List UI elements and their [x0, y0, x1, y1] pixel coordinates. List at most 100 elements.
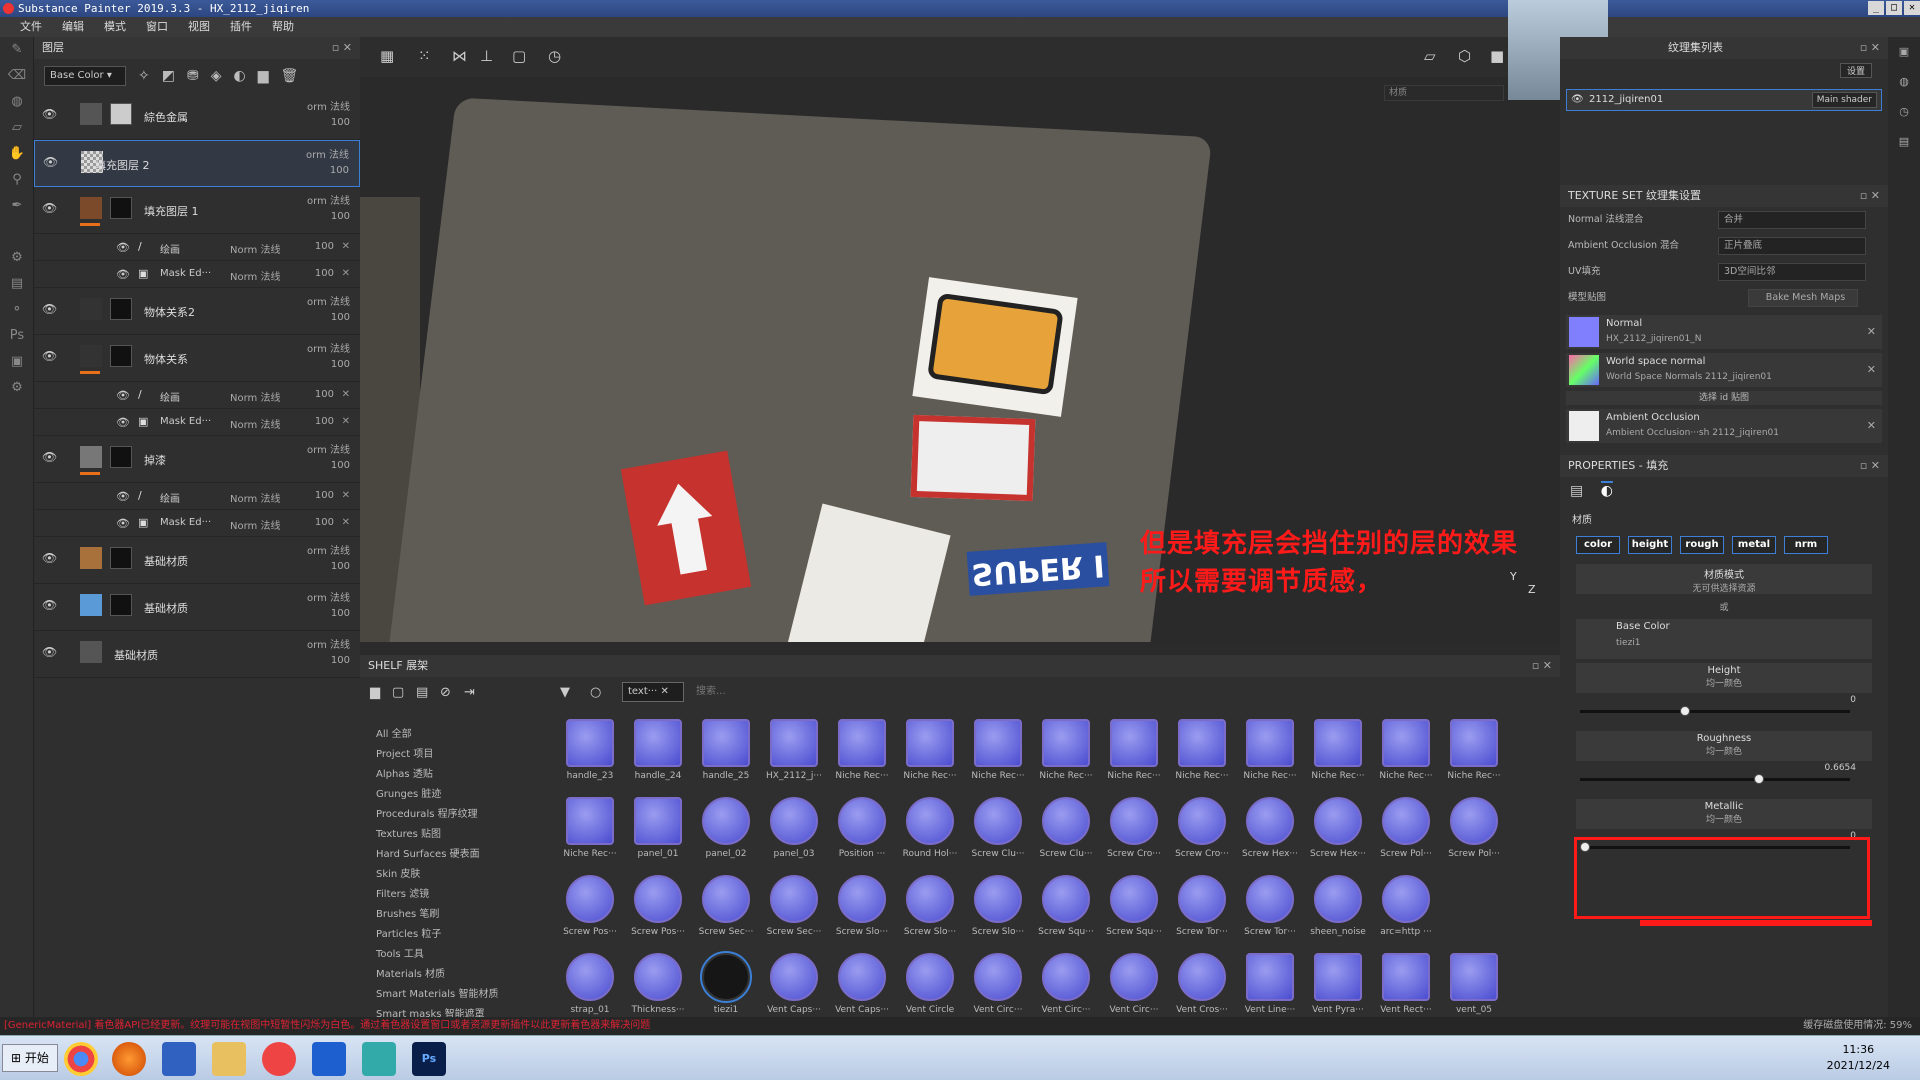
shelf-item[interactable]: strap_01 [556, 949, 624, 1027]
shelf-item[interactable]: handle_23 [556, 715, 624, 793]
shelf-category[interactable]: Tools 工具 [368, 945, 528, 965]
shelf-category[interactable]: Materials 材质 [368, 965, 528, 985]
3d-view-icon[interactable]: ⬡ [1458, 47, 1471, 65]
shelf-category[interactable]: Project 项目 [368, 745, 528, 765]
shelf-item[interactable]: Thickness··· [624, 949, 692, 1027]
shelf-item[interactable]: Niche Rec··· [1372, 715, 1440, 793]
shelf-item[interactable]: Niche Rec··· [556, 793, 624, 871]
layer-row[interactable]: 👁 綜色金属 orm 法线 100 [34, 93, 360, 140]
filter-tag[interactable]: text··· ✕ [622, 682, 684, 702]
save-icon[interactable]: ▤ [416, 685, 428, 700]
shelf-item[interactable]: Niche Rec··· [1032, 715, 1100, 793]
shelf-category[interactable]: Alphas 透贴 [368, 765, 528, 785]
eye-icon[interactable]: 👁 [116, 268, 130, 281]
settings-dropdown[interactable]: 设置 [1839, 63, 1872, 78]
shelf-item[interactable]: Screw Cro··· [1168, 793, 1236, 871]
smudge-icon[interactable]: ✋ [0, 141, 34, 167]
layer-settings-icon[interactable]: ▤ [1570, 483, 1583, 499]
layer-blend[interactable]: orm 法线 [307, 636, 350, 651]
layer-blend[interactable]: orm 法线 [307, 98, 350, 113]
sublayer-opacity[interactable]: 100 [315, 517, 334, 528]
layer-opacity[interactable]: 100 [331, 561, 350, 572]
shelf-item[interactable]: Screw Sec··· [760, 871, 828, 949]
layer-opacity[interactable]: 100 [331, 117, 350, 128]
eye-icon[interactable]: 👁 [42, 450, 57, 464]
shelf-item[interactable]: panel_02 [692, 793, 760, 871]
menu-plugins[interactable]: 插件 [220, 17, 262, 37]
shelf-item[interactable]: Niche Rec··· [896, 715, 964, 793]
layer-blend[interactable]: orm 法线 [307, 192, 350, 207]
add-paint-layer-icon[interactable]: ◐ [233, 68, 245, 84]
base-color-block[interactable]: Base Color tiezi1 [1576, 619, 1872, 659]
menu-view[interactable]: 视图 [178, 17, 220, 37]
shelf-item[interactable]: Vent Circle [896, 949, 964, 1027]
shelf-category[interactable]: Particles 粒子 [368, 925, 528, 945]
layer-row[interactable]: 👁 基础材质 orm 法线 100 [34, 584, 360, 631]
shelf-item[interactable]: arc=http ··· [1372, 871, 1440, 949]
sublayer-blend[interactable]: Norm 法线 [230, 517, 280, 532]
shelf-item[interactable]: Niche Rec··· [1168, 715, 1236, 793]
shelf-item[interactable]: Screw Tor··· [1168, 871, 1236, 949]
layer-opacity[interactable]: 100 [331, 655, 350, 666]
eye-icon[interactable]: 👁 [116, 241, 130, 254]
material-tab-icon[interactable]: ◐ [1600, 481, 1613, 499]
sublayer-opacity[interactable]: 100 [315, 268, 334, 279]
mesh-map-card[interactable]: World space normal World Space Normals 2… [1566, 353, 1882, 387]
shelf-item[interactable]: Niche Rec··· [1236, 715, 1304, 793]
grid-icon[interactable]: ⁙ [418, 47, 431, 65]
clone-icon[interactable]: ⚲ [0, 167, 34, 193]
shelf-item[interactable]: HX_2112_j··· [760, 715, 828, 793]
layer-opacity[interactable]: 100 [331, 312, 350, 323]
menu-window[interactable]: 窗口 [136, 17, 178, 37]
layer-opacity[interactable]: 100 [330, 165, 349, 176]
height-block[interactable]: Height 均一颜色 [1576, 663, 1872, 693]
shelf-item[interactable]: Screw Slo··· [896, 871, 964, 949]
shelf-item[interactable]: Vent Circ··· [1032, 949, 1100, 1027]
shelf-item[interactable]: Niche Rec··· [964, 715, 1032, 793]
shelf-category[interactable]: Textures 贴图 [368, 825, 528, 845]
shelf-item[interactable]: Niche Rec··· [828, 715, 896, 793]
shelf-item[interactable]: Screw Clu··· [1032, 793, 1100, 871]
shader-select[interactable]: Main shader [1811, 92, 1877, 108]
shelf-item[interactable]: Screw Tor··· [1236, 871, 1304, 949]
shelf-item[interactable]: Screw Slo··· [828, 871, 896, 949]
eye-icon[interactable]: 👁 [42, 201, 57, 215]
add-folder-icon[interactable]: ▆ [258, 68, 269, 84]
plugin-icon[interactable]: ⚬ [0, 297, 34, 323]
eraser-icon[interactable]: ⌫ [0, 63, 34, 89]
panel-close-icon[interactable]: ▫ ✕ [332, 37, 352, 59]
shelf-item[interactable]: Vent Circ··· [1100, 949, 1168, 1027]
close-icon[interactable]: ✕ [342, 416, 350, 427]
close-icon[interactable]: ✕ [1867, 363, 1876, 376]
layer-blend[interactable]: orm 法线 [307, 441, 350, 456]
shelf-item[interactable]: Screw Sec··· [692, 871, 760, 949]
layer-opacity[interactable]: 100 [331, 359, 350, 370]
layer-blend[interactable]: orm 法线 [307, 589, 350, 604]
shelf-item[interactable]: Screw Clu··· [964, 793, 1032, 871]
shelf-item[interactable]: handle_24 [624, 715, 692, 793]
shelf-item[interactable]: Round Hol··· [896, 793, 964, 871]
delete-layer-icon[interactable]: 🗑 [280, 68, 298, 84]
loop-icon[interactable]: ○ [590, 685, 601, 700]
sublayer-opacity[interactable]: 100 [315, 490, 334, 501]
picker-icon[interactable]: ✒ [0, 193, 34, 219]
shelf-item[interactable]: Screw Hex··· [1304, 793, 1372, 871]
channel-toggle-rough[interactable]: rough [1680, 536, 1724, 554]
mesh-map-card[interactable]: Normal HX_2112_jiqiren01_N ✕ [1566, 315, 1882, 349]
folder-icon[interactable]: ▆ [370, 685, 380, 700]
layer-blend[interactable]: orm 法线 [307, 340, 350, 355]
shelf-item[interactable]: Niche Rec··· [1100, 715, 1168, 793]
paint-sublayer[interactable]: 👁 / 绘画 Norm 法线 100 ✕ [34, 234, 360, 261]
shelf-item[interactable] [1440, 871, 1508, 949]
layer-row-selected[interactable]: 👁 填充图层 2 orm 法线 100 [34, 140, 360, 187]
sublayer-blend[interactable]: Norm 法线 [230, 490, 280, 505]
layer-opacity[interactable]: 100 [331, 211, 350, 222]
eye-icon[interactable]: 👁 [116, 517, 130, 530]
clock[interactable]: 11:36 2021/12/24 [1827, 1042, 1890, 1074]
menu-file[interactable]: 文件 [10, 17, 52, 37]
panel-close-icon[interactable]: ▫ ✕ [1532, 655, 1552, 677]
filter-icon[interactable]: ▼ [560, 685, 570, 700]
bake-mesh-maps-button[interactable]: Bake Mesh Maps [1748, 289, 1858, 307]
close-icon[interactable]: ✕ [342, 268, 350, 279]
layer-opacity[interactable]: 100 [331, 460, 350, 471]
